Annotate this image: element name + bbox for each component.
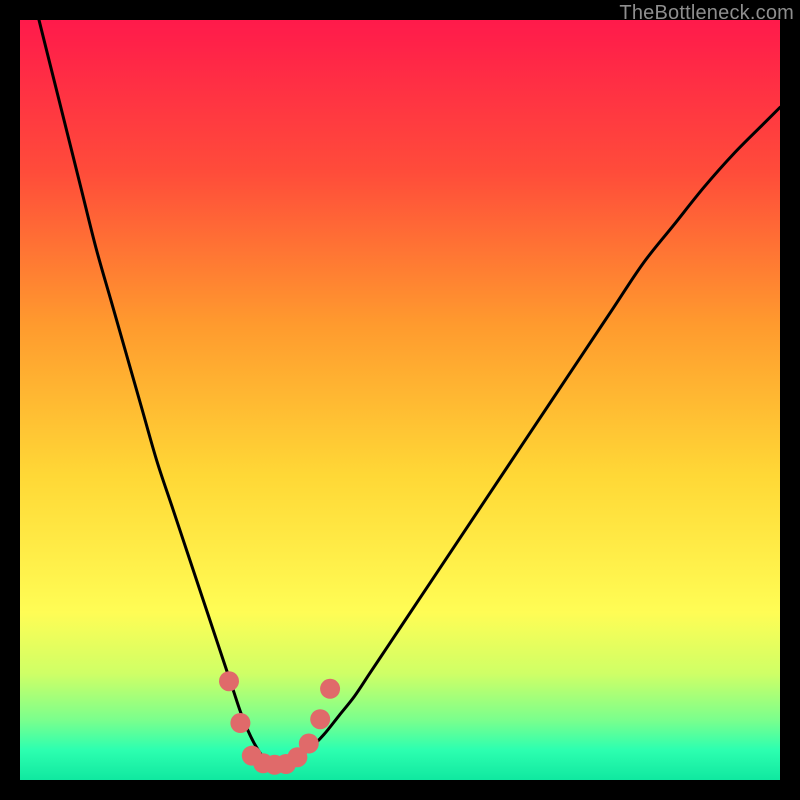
chart-background: [20, 20, 780, 780]
highlight-dot: [230, 713, 250, 733]
chart-frame: [20, 20, 780, 780]
bottleneck-chart: [20, 20, 780, 780]
highlight-dot: [299, 734, 319, 754]
highlight-dot: [219, 671, 239, 691]
highlight-dot: [310, 709, 330, 729]
highlight-dot: [320, 679, 340, 699]
